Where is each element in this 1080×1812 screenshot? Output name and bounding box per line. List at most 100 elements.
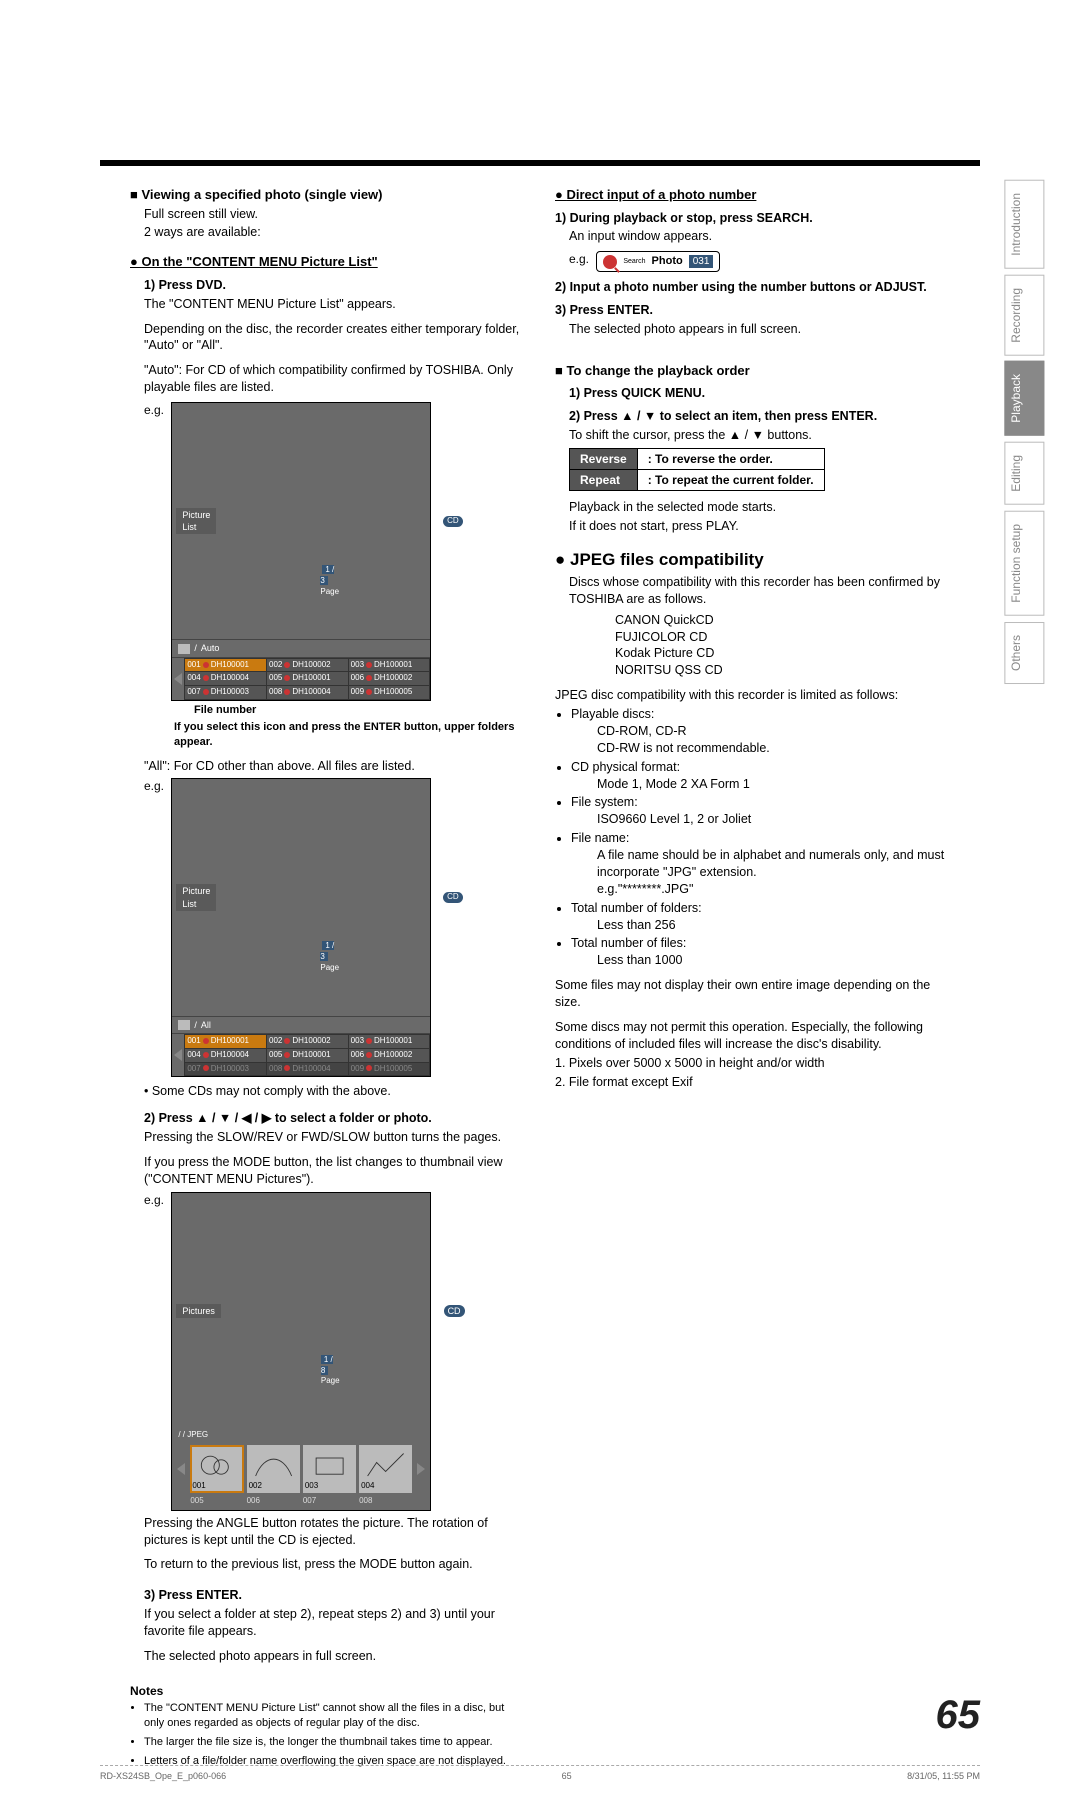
- tab-others[interactable]: Others: [1004, 622, 1044, 684]
- disc-type-badge: CD: [444, 1305, 465, 1317]
- notes-list: The "CONTENT MENU Picture List" cannot s…: [130, 1701, 525, 1768]
- thumb-folder: / / JPEG: [172, 1429, 430, 1442]
- side-tab-strip: Introduction Recording Playback Editing …: [1004, 180, 1044, 684]
- spec-item: Total number of files: Less than 1000: [571, 935, 950, 969]
- picture-list-all: Picture List 1 / 3 Page CD /All 001DH100…: [171, 778, 431, 1077]
- tab-playback[interactable]: Playback: [1004, 361, 1044, 436]
- page-left-icon[interactable]: [177, 1463, 185, 1475]
- footer-doc-id: RD-XS24SB_Ope_E_p060-066: [100, 1770, 226, 1782]
- spec-item: File system: ISO9660 Level 1, 2 or Jolie…: [571, 794, 950, 828]
- step-2: 2) Press ▲ / ▼ to select an item, then p…: [555, 408, 950, 425]
- search-icon: [603, 255, 617, 269]
- page-label: Page: [321, 1376, 340, 1385]
- search-type-label: Photo: [652, 254, 683, 269]
- search-caption: Search: [623, 257, 645, 266]
- page-right-icon[interactable]: [417, 1463, 425, 1475]
- text: Full screen still view.: [130, 206, 525, 223]
- spec-item: CD physical format: Mode 1, Mode 2 XA Fo…: [571, 759, 950, 793]
- step-1: 1) During playback or stop, press SEARCH…: [555, 210, 950, 227]
- compat-disc: NORITSU QSS CD: [615, 662, 950, 679]
- spec-item: File name: A file name should be in alph…: [571, 830, 950, 898]
- tab-introduction[interactable]: Introduction: [1004, 180, 1044, 269]
- page-indicator: 1 / 3: [320, 941, 334, 961]
- text: JPEG disc compatibility with this record…: [555, 687, 950, 704]
- text: Some discs may not permit this operation…: [555, 1019, 950, 1053]
- text: 2 ways are available:: [130, 224, 525, 241]
- step-3: 3) Press ENTER.: [555, 302, 950, 319]
- mode-repeat-desc: : To repeat the current folder.: [637, 469, 824, 490]
- tab-function-setup[interactable]: Function setup: [1004, 511, 1044, 616]
- eg-label: e.g.: [144, 403, 164, 417]
- folder-icon: [178, 644, 190, 654]
- tab-recording[interactable]: Recording: [1004, 275, 1044, 356]
- text: Pressing the SLOW/REV or FWD/SLOW button…: [130, 1129, 525, 1146]
- subheading-direct-input: Direct input of a photo number: [555, 186, 950, 204]
- thumbnail[interactable]: 004: [359, 1445, 412, 1493]
- mode-repeat: Repeat: [570, 469, 638, 490]
- thumbnail[interactable]: 001: [190, 1445, 243, 1493]
- text: The selected photo appears in full scree…: [555, 321, 950, 338]
- text: 2. File format except Exif: [555, 1074, 950, 1091]
- notes-heading: Notes: [130, 1683, 525, 1699]
- page-label: Page: [320, 963, 339, 972]
- caption-select-icon: If you select this icon and press the EN…: [144, 720, 525, 750]
- text: To return to the previous list, press th…: [130, 1556, 525, 1573]
- text: Some files may not display their own ent…: [555, 977, 950, 1011]
- folder-name: Auto: [201, 642, 220, 654]
- eg-label: e.g.: [144, 779, 164, 793]
- step-1: 1) Press DVD.: [130, 277, 525, 294]
- text: Depending on the disc, the recorder crea…: [130, 321, 525, 355]
- page-number: 65: [936, 1688, 981, 1742]
- step-3: 3) Press ENTER.: [130, 1587, 525, 1604]
- text: "All": For CD other than above. All file…: [130, 758, 525, 775]
- thumb-title: Pictures: [176, 1304, 221, 1318]
- note-item: The larger the file size is, the longer …: [144, 1735, 525, 1750]
- step-1: 1) Press QUICK MENU.: [555, 385, 950, 402]
- text: Pressing the ANGLE button rotates the pi…: [130, 1515, 525, 1549]
- right-column: Direct input of a photo number 1) During…: [555, 186, 980, 1772]
- mode-table: Reverse : To reverse the order. Repeat :…: [555, 448, 825, 491]
- thumbnail[interactable]: 002: [247, 1445, 300, 1493]
- page-indicator: 1 / 8: [321, 1355, 333, 1375]
- eg-label: e.g.: [569, 252, 589, 266]
- text: "Auto": For CD of which compatibility co…: [130, 362, 525, 396]
- caption-file-number: File number: [144, 703, 525, 718]
- compat-disc: Kodak Picture CD: [615, 645, 950, 662]
- text: If it does not start, press PLAY.: [555, 518, 950, 535]
- folder-icon: [178, 1020, 190, 1030]
- text: Playback in the selected mode starts.: [555, 499, 950, 516]
- thumbnail[interactable]: 003: [303, 1445, 356, 1493]
- text: Discs whose compatibility with this reco…: [555, 574, 950, 608]
- disc-type-badge: CD: [443, 892, 463, 903]
- text: The selected photo appears in full scree…: [130, 1648, 525, 1665]
- text: If you select a folder at step 2), repea…: [130, 1606, 525, 1640]
- compat-disc: FUJICOLOR CD: [615, 629, 950, 646]
- text: An input window appears.: [555, 228, 950, 245]
- compat-disc: CANON QuickCD: [615, 612, 950, 629]
- search-value: 031: [689, 255, 714, 269]
- footer-timestamp: 8/31/05, 11:55 PM: [907, 1770, 980, 1782]
- mode-reverse-desc: : To reverse the order.: [637, 448, 824, 469]
- disc-type-badge: CD: [443, 516, 463, 527]
- text: To shift the cursor, press the ▲ / ▼ but…: [555, 427, 950, 444]
- page-indicator: 1 / 3: [320, 565, 334, 585]
- picture-list-title: Picture List: [176, 884, 216, 910]
- picture-list-auto: Picture List 1 / 3 Page CD /Auto 001DH10…: [171, 402, 431, 701]
- page-left-icon[interactable]: [174, 673, 182, 685]
- spec-item: Total number of folders: Less than 256: [571, 900, 950, 934]
- heading-viewing-photo: Viewing a specified photo (single view): [130, 186, 525, 204]
- text: 1. Pixels over 5000 x 5000 in height and…: [555, 1055, 950, 1072]
- left-column: Viewing a specified photo (single view) …: [100, 186, 525, 1772]
- footer-page: 65: [226, 1770, 907, 1782]
- tab-editing[interactable]: Editing: [1004, 442, 1044, 505]
- spec-list: Playable discs: CD-ROM, CD-R CD-RW is no…: [555, 706, 950, 969]
- heading-change-order: To change the playback order: [555, 362, 950, 380]
- eg-label: e.g.: [144, 1193, 164, 1207]
- footer: RD-XS24SB_Ope_E_p060-066 65 8/31/05, 11:…: [100, 1765, 980, 1782]
- text: If you press the MODE button, the list c…: [130, 1154, 525, 1188]
- search-input-window: Search Photo 031: [596, 251, 720, 272]
- page-left-icon[interactable]: [174, 1049, 182, 1061]
- page-label: Page: [320, 587, 339, 596]
- picture-list-title: Picture List: [176, 508, 216, 534]
- mode-reverse: Reverse: [570, 448, 638, 469]
